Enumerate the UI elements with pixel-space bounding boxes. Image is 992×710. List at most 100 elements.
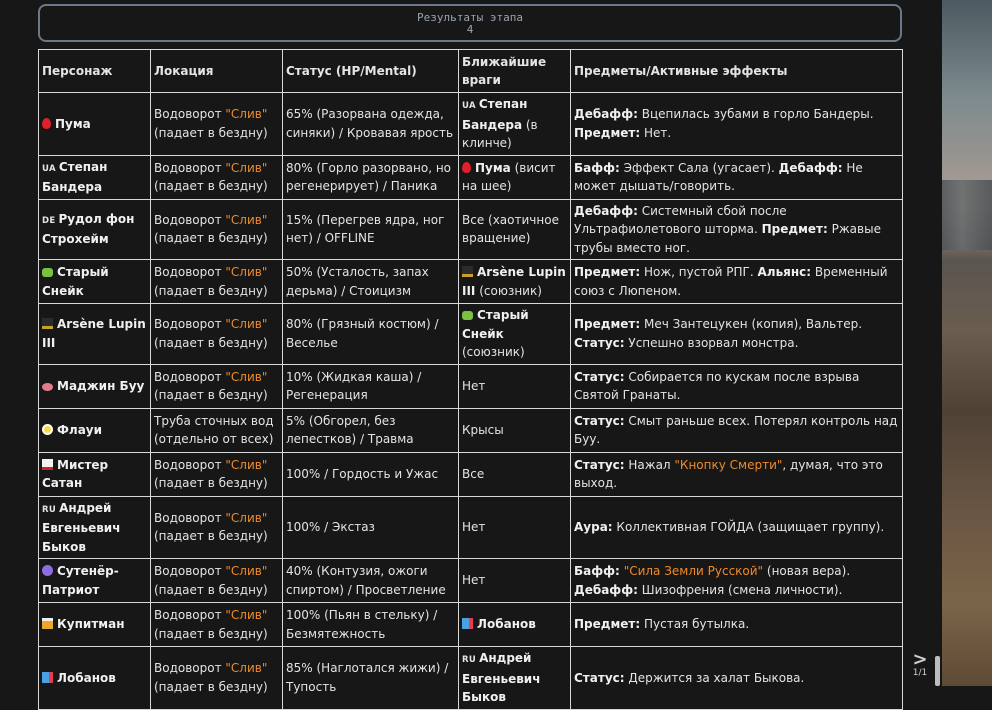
label-text: Пума xyxy=(55,116,91,131)
enemies-cell: Старый Снейк (союзник) xyxy=(458,303,571,365)
results-panel: Результаты этапа 4 Персонаж Локация Стат… xyxy=(0,0,942,710)
whisky-glass-icon xyxy=(42,618,53,630)
location-cell: Водоворот "Слив" (падает в бездну) xyxy=(150,92,283,156)
effects-cell: Бафф: "Сила Земли Русской" (новая вера).… xyxy=(570,558,903,603)
location-cell: Водоворот "Слив" (падает в бездну) xyxy=(150,451,283,497)
effects-cell: Бафф: Эффект Сала (угасает). Дебафф: Не … xyxy=(570,154,903,200)
cell-text: 10% (Жидкая каша) / Регенерация xyxy=(286,369,422,403)
cell-text: Пустая бутылка. xyxy=(640,617,750,632)
table-row: Сутенёр-Патриот Водоворот "Слив" (падает … xyxy=(38,558,903,603)
label-text: Бафф: xyxy=(574,160,620,175)
cell-text: Нажал xyxy=(624,457,675,472)
character-cell: Мистер Сатан xyxy=(38,451,151,497)
label-text: Предмет: xyxy=(574,265,641,279)
cell-text: 65% (Разорвана одежда, синяки) / Кровава… xyxy=(286,107,454,140)
location-cell: Водоворот "Слив" (падает в бездну) xyxy=(150,602,283,647)
cell-text: "Слив" xyxy=(225,107,268,122)
cell-text: 100% (Пьян в стельку) / Безмятежность xyxy=(286,608,438,641)
flag-ua-icon: UA xyxy=(42,163,56,174)
building-icon xyxy=(462,618,473,630)
effects-cell: Статус: Нажал "Кнопку Смерти", думая, чт… xyxy=(570,451,903,497)
table-row: Флауи Труба сточных вод (отдельно от всех… xyxy=(38,407,903,453)
col-header-character: Персонаж xyxy=(38,49,151,93)
effects-cell: Статус: Смыт раньше всех. Потерял контро… xyxy=(570,407,903,453)
location-cell: Водоворот "Слив" (падает в бездну) xyxy=(150,303,283,365)
cell-text: Водоворот xyxy=(154,457,226,472)
col-header-status: Статус (HP/Mental) xyxy=(282,49,459,93)
cell-text: (новая вера). xyxy=(763,564,851,578)
label-text: Лобанов xyxy=(57,670,116,685)
scrollbar[interactable] xyxy=(935,656,940,686)
label-text: Статус: xyxy=(574,457,625,472)
label-text: Дебафф: xyxy=(574,203,638,218)
label-text: Статус: xyxy=(574,335,625,350)
status-cell: 100% (Пьян в стельку) / Безмятежность xyxy=(282,602,459,647)
enemies-cell: Arsène Lupin III (союзник) xyxy=(458,259,571,304)
location-cell: Водоворот "Слив" (падает в бездну) xyxy=(150,198,283,260)
cell-text: Успешно взорвал монстра. xyxy=(624,335,799,350)
location-cell: Труба сточных вод (отдельно от всех) xyxy=(150,407,283,453)
cell-text: (падает в бездну) xyxy=(154,679,268,694)
status-cell: 85% (Наглотался жижи) / Тупость xyxy=(282,646,459,710)
label-text: Маджин Буу xyxy=(57,378,145,393)
blood-drop-icon xyxy=(42,117,51,129)
status-cell: 65% (Разорвана одежда, синяки) / Кровава… xyxy=(282,92,459,156)
results-table: Персонаж Локация Статус (HP/Mental) Ближ… xyxy=(38,49,903,710)
table-row: UA Степан Бандера Водоворот "Слив" (падает… xyxy=(38,154,903,200)
cell-text: Коллективная ГОЙДА (защищает группу). xyxy=(612,520,885,534)
cell-text: 80% (Грязный костюм) / Веселье xyxy=(286,317,439,350)
enemies-cell: Все xyxy=(458,451,571,497)
character-cell: Сутенёр-Патриот xyxy=(38,558,151,603)
location-cell: Водоворот "Слив" (падает в бездну) xyxy=(150,558,283,603)
page-indicator: 1/1 xyxy=(912,668,928,678)
cell-text: Водоворот xyxy=(154,661,226,676)
label-text: Arsène Lupin III xyxy=(42,317,146,350)
cell-text: (падает в бездну) xyxy=(154,476,268,490)
effects-cell: Предмет: Пустая бутылка. xyxy=(570,602,903,647)
label-text: Предмет: xyxy=(574,317,641,332)
effects-cell: Статус: Держится за халат Быкова. xyxy=(570,646,903,710)
character-cell: Маджин Буу xyxy=(38,363,151,409)
status-cell: 100% / Гордость и Ужас xyxy=(282,451,459,497)
top-hat-icon xyxy=(462,266,473,277)
enemies-cell: Нет xyxy=(458,495,571,559)
flag-ua-icon: UA xyxy=(462,101,476,111)
cell-text: (падает в бездну) xyxy=(154,529,268,544)
character-cell: Флауи xyxy=(38,407,151,453)
label-text: Рудол фон Строхейм xyxy=(42,211,135,247)
enemies-cell: Пума (висит на шее) xyxy=(458,154,571,200)
cell-text: Водоворот xyxy=(154,160,226,175)
cell-text: Все (хаотичное вращение) xyxy=(462,212,559,246)
label-text: Предмет: xyxy=(574,617,641,632)
cell-text: Нет xyxy=(462,573,486,588)
cell-text: 80% (Горло разорвано, но регенерирует) /… xyxy=(286,160,452,194)
cell-text: (союзник) xyxy=(475,283,542,298)
table-row: Маджин Буу Водоворот "Слив" (падает в без… xyxy=(38,363,903,409)
flag-ru-icon: RU xyxy=(42,504,57,515)
table-row: Купитман Водоворот "Слив" (падает в бездн… xyxy=(38,602,903,647)
background-image xyxy=(942,0,992,686)
cell-text: "Слив" xyxy=(225,317,268,332)
location-cell: Водоворот "Слив" (падает в бездну) xyxy=(150,363,283,409)
snake-icon xyxy=(462,311,473,320)
cell-text: Нет xyxy=(462,378,486,393)
cell-text: Эффект Сала (угасает). xyxy=(619,160,779,175)
status-cell: 80% (Горло разорвано, но регенерирует) /… xyxy=(282,154,459,200)
cell-text: (союзник) xyxy=(462,345,525,359)
flag-de-icon: DE xyxy=(42,215,56,226)
cell-text: (падает в бездну) xyxy=(154,582,268,597)
effects-cell: Аура: Коллективная ГОЙДА (защищает групп… xyxy=(570,495,903,559)
cell-text: Водоворот xyxy=(154,317,226,332)
label-text: Аура: xyxy=(574,520,613,534)
cell-text: Крысы xyxy=(462,422,504,437)
table-row: Лобанов Водоворот "Слив" (падает в бездну… xyxy=(38,646,903,710)
cell-text: (падает в бездну) xyxy=(154,231,268,246)
effects-cell: Статус: Собирается по кускам после взрыв… xyxy=(570,363,903,409)
status-cell: 100% / Экстаз xyxy=(282,495,459,559)
col-header-location: Локация xyxy=(150,49,283,93)
effects-cell: Предмет: Меч Зантецукен (копия), Вальтер… xyxy=(570,303,903,365)
status-cell: 50% (Усталость, запах дерьма) / Стоицизм xyxy=(282,259,459,304)
status-cell: 80% (Грязный костюм) / Веселье xyxy=(282,303,459,365)
cell-text: Нет xyxy=(462,520,486,534)
chevron-right-icon[interactable]: > xyxy=(910,651,930,669)
